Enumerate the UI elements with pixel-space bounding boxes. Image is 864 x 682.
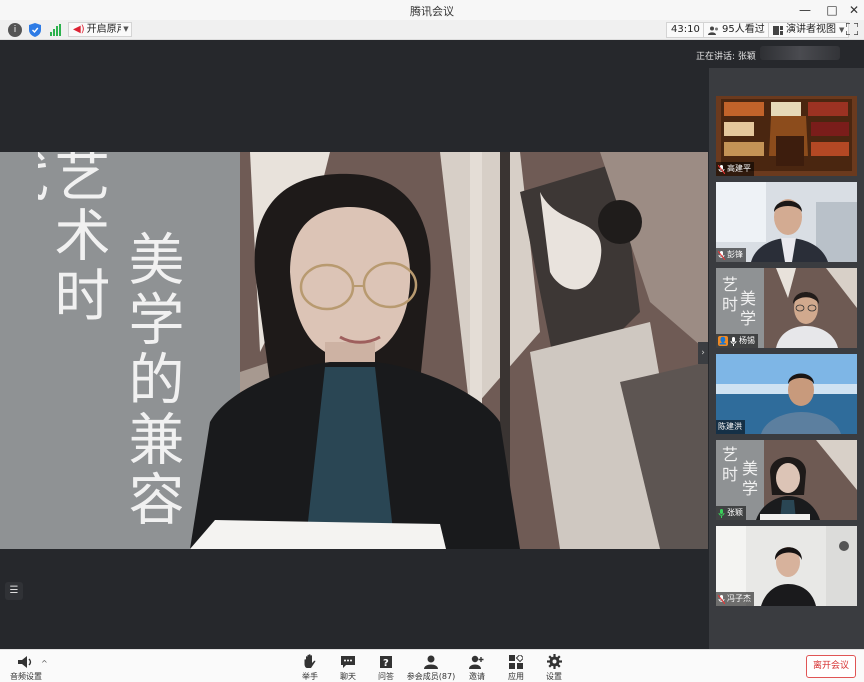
svg-text:时: 时 [722,295,738,314]
participant-tile[interactable]: 彭锋 [716,182,857,262]
participant-tile[interactable]: 艺 时 美 学 👤 杨锡 [716,268,857,348]
participant-name-tag: 张颖 [716,506,746,520]
mic-muted-icon [718,164,725,174]
hand-icon [304,654,316,668]
settings-label: 设置 [546,672,562,681]
view-mode-button[interactable]: 演讲者视图 ▼ [768,22,850,38]
svg-text:学: 学 [740,309,756,328]
svg-text:艺: 艺 [722,445,738,464]
view-mode-label: 演讲者视图 [786,24,836,35]
maximize-button[interactable]: □ [823,1,841,19]
svg-text:时: 时 [722,465,738,484]
meeting-toolbar: i ◀) 开启原声 ▼ 43:10 95人看过 演讲者视图 ▼ [0,20,864,40]
participant-name: 陈建洪 [718,422,742,431]
fullscreen-icon[interactable] [846,23,858,35]
original-sound-dropdown[interactable]: ▼ [121,22,132,37]
participant-strip: › 高建平 彭锋 艺 时 美 学 👤 杨锡 陈建洪 艺 时 美 学 张颖 冯子杰 [698,68,864,649]
add-user-icon [469,655,484,669]
participant-name-tag: 👤 杨锡 [716,334,758,348]
participant-name: 冯子杰 [727,594,751,603]
participant-name: 高建平 [727,164,751,173]
participant-name-tag: 高建平 [716,162,754,176]
chevron-up-icon[interactable]: ^ [41,659,48,668]
settings-button[interactable]: 设置 [528,654,580,682]
list-icon[interactable]: ☰ [5,582,23,600]
speaking-name: 张颖 [737,52,756,62]
minimize-button[interactable]: — [796,1,814,19]
viewers-button[interactable]: 95人看过 [703,22,770,38]
participant-name: 彭锋 [727,250,743,259]
leave-meeting-button[interactable]: 离开会议 [806,655,856,678]
members-button[interactable]: 参会成员(87) [405,654,457,682]
audio-settings-label: 音频设置 [10,672,42,681]
mic-active-icon [718,508,725,518]
speaking-audio-wave [760,46,840,60]
participant-name-tag: 冯子杰 [716,592,754,606]
gear-icon [546,654,562,669]
speaking-prefix: 正在讲话: [696,52,736,62]
participant-tile[interactable]: 艺 时 美 学 张颖 [716,440,857,520]
title-bar: 腾讯会议 — □ ✕ [0,0,864,20]
timer-text: 43:10 [671,24,700,35]
svg-text:艺: 艺 [722,275,738,294]
shield-icon[interactable] [29,23,41,37]
mic-muted-icon [718,250,725,260]
svg-text:美: 美 [740,289,756,308]
apps-icon [509,654,523,669]
chevron-down-icon: ▼ [839,26,845,34]
host-icon: 👤 [718,336,728,346]
participant-name: 杨锡 [739,336,755,345]
info-icon[interactable]: i [8,23,22,37]
bottom-control-bar: 音频设置 ^ 举手 聊天 ? 问答 参会成员(87) 邀请 应用 设置 离开会议 [0,649,864,682]
svg-text:学: 学 [742,479,758,498]
participant-name-tag: 彭锋 [716,248,746,262]
mic-muted-icon [718,594,725,604]
people-icon [708,26,718,35]
mic-icon [730,336,737,346]
audio-settings-button[interactable]: 音频设置 [6,654,46,682]
close-button[interactable]: ✕ [845,1,863,19]
speaking-indicator: 正在讲话: 张颖 [696,49,756,62]
main-speaker-video[interactable]: 艺术时代： 美学的兼容 [0,152,708,549]
svg-text:美: 美 [742,459,758,478]
participant-tile[interactable]: 陈建洪 [716,354,857,434]
layout-icon [773,25,783,35]
question-icon: ? [380,655,392,669]
slide-text-left: 艺术时代： [38,152,108,326]
participant-name: 张颖 [727,508,743,517]
participant-name-tag: 陈建洪 [716,420,745,434]
participant-tile[interactable]: 冯子杰 [716,526,857,606]
chevron-right-icon[interactable]: › [698,342,708,364]
svg-text:?: ? [383,658,389,669]
speaker-icon [18,655,32,668]
participant-tile[interactable]: 高建平 [716,96,857,176]
members-icon [424,655,438,669]
slide-text-right: 美学的兼容 [119,230,182,530]
app-title: 腾讯会议 [410,5,454,18]
viewers-count: 95人看过 [722,24,765,35]
meeting-timer: 43:10 [666,22,705,38]
members-label: 参会成员(87) [406,672,456,681]
chat-icon [341,655,355,668]
signal-icon[interactable] [50,24,62,36]
speaker-icon: ◀) [73,24,85,35]
meeting-stage: 正在讲话: 张颖 艺术时 美学的兼容 ☰ › 高建平 彭锋 艺 时 美 学 👤 … [0,40,864,649]
